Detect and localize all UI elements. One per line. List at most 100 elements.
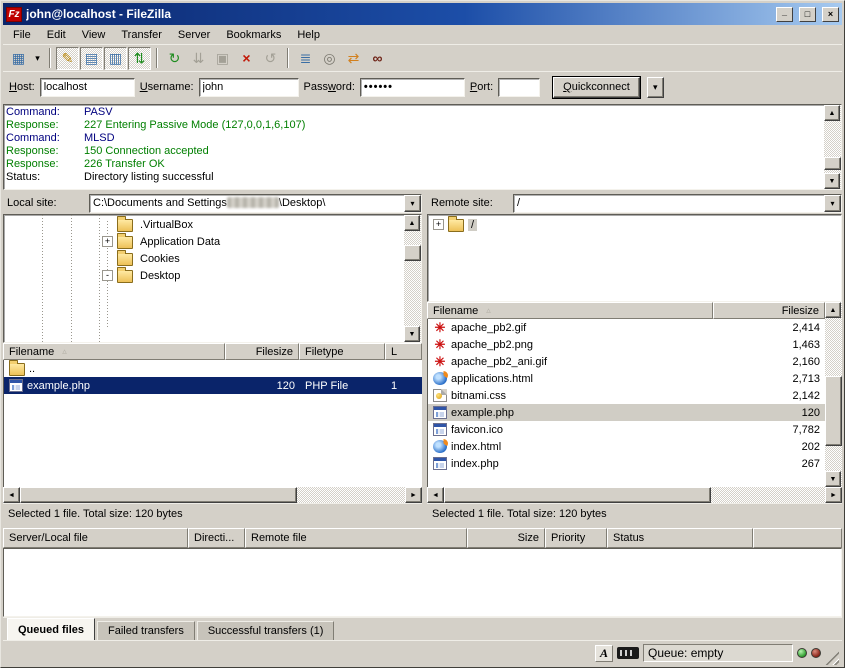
column-remote-file[interactable]: Remote file <box>245 528 467 548</box>
ascii-transfer-type-icon[interactable]: A <box>595 645 613 662</box>
toggle-local-tree-button[interactable]: ▤ <box>80 47 103 70</box>
column-filesize[interactable]: Filesize <box>225 343 299 360</box>
column-filename[interactable]: Filename▵ <box>427 302 713 319</box>
process-queue-button[interactable]: ⇊ <box>187 47 210 70</box>
scroll-up-icon[interactable]: ▲ <box>825 302 841 318</box>
scrollbar-thumb[interactable] <box>444 487 711 503</box>
column-size[interactable]: Size <box>467 528 545 548</box>
scroll-down-icon[interactable]: ▼ <box>824 173 840 189</box>
scroll-down-icon[interactable]: ▼ <box>825 471 841 487</box>
column-direction[interactable]: Directi... <box>188 528 245 548</box>
status-indicator-icon[interactable] <box>617 647 639 659</box>
menu-bookmarks[interactable]: Bookmarks <box>218 27 289 43</box>
tree-item-application-data[interactable]: + Application Data <box>4 233 404 250</box>
expand-plus-icon[interactable]: + <box>102 236 113 247</box>
log-line: Command:PASV <box>6 106 822 119</box>
list-item[interactable]: index.php 267 <box>428 455 825 472</box>
column-filetype[interactable]: Filetype <box>299 343 385 360</box>
log-scrollbar[interactable]: ▲ ▼ <box>824 105 841 189</box>
list-item[interactable]: ✳apache_pb2.png 1,463 <box>428 336 825 353</box>
remote-horizontal-scrollbar[interactable]: ◄ ► <box>427 487 842 503</box>
directory-comparison-button[interactable]: ◎ <box>318 47 341 70</box>
menu-help[interactable]: Help <box>289 27 328 43</box>
toggle-remote-tree-button[interactable]: ▥ <box>104 47 127 70</box>
scroll-left-icon[interactable]: ◄ <box>427 487 444 503</box>
local-directory-tree: .VirtualBox + Application Data Cookies - <box>4 215 404 342</box>
tree-item-virtualbox[interactable]: .VirtualBox <box>4 216 404 233</box>
column-filename[interactable]: Filename▵ <box>3 343 225 360</box>
refresh-button[interactable]: ↻ <box>163 47 186 70</box>
tree-item-root[interactable]: + / <box>428 216 841 233</box>
queue-tabs: Queued files Failed transfers Successful… <box>3 617 842 640</box>
list-item-example-php[interactable]: example.php 120 PHP File 1 <box>4 377 422 394</box>
scroll-left-icon[interactable]: ◄ <box>3 487 20 503</box>
list-item[interactable]: applications.html 2,713 <box>428 370 825 387</box>
host-input[interactable] <box>40 78 135 97</box>
remote-list-scrollbar[interactable]: ▲ ▼ <box>825 302 842 487</box>
list-item[interactable]: ✳apache_pb2_ani.gif 2,160 <box>428 353 825 370</box>
toolbar-separator <box>49 48 51 68</box>
scroll-right-icon[interactable]: ► <box>405 487 422 503</box>
scrollbar-thumb[interactable] <box>824 157 841 170</box>
filter-button[interactable]: ≣ <box>294 47 317 70</box>
scroll-right-icon[interactable]: ► <box>825 487 842 503</box>
minimize-button[interactable]: _ <box>776 7 793 22</box>
cancel-button[interactable]: ▣ <box>211 47 234 70</box>
remote-path-dropdown[interactable]: ▾ <box>824 195 841 212</box>
column-status[interactable]: Status <box>607 528 753 548</box>
disconnect-button[interactable]: × <box>235 47 258 70</box>
expand-plus-icon[interactable]: + <box>433 219 444 230</box>
local-path-dropdown[interactable]: ▾ <box>404 195 421 212</box>
list-item-parent-dir[interactable]: .. <box>4 360 422 377</box>
local-panel: Local site: C:\Documents and Settings\De… <box>3 193 422 523</box>
scrollbar-thumb[interactable] <box>825 376 842 446</box>
password-input[interactable] <box>360 78 465 97</box>
menu-edit[interactable]: Edit <box>39 27 74 43</box>
queue-list[interactable] <box>3 548 842 617</box>
toggle-queue-button[interactable]: ⇅ <box>128 47 151 70</box>
local-tree-scrollbar[interactable]: ▲ ▼ <box>404 215 421 342</box>
tab-successful-transfers[interactable]: Successful transfers (1) <box>197 621 335 640</box>
remote-path-combo[interactable]: / ▾ <box>513 194 842 213</box>
close-button[interactable]: × <box>822 7 839 22</box>
scrollbar-thumb[interactable] <box>20 487 297 503</box>
reconnect-button[interactable]: ↺ <box>259 47 282 70</box>
tab-queued-files[interactable]: Queued files <box>7 618 95 640</box>
scroll-up-icon[interactable]: ▲ <box>824 105 840 121</box>
port-input[interactable] <box>498 78 540 97</box>
collapse-minus-icon[interactable]: - <box>102 270 113 281</box>
scroll-up-icon[interactable]: ▲ <box>404 215 420 231</box>
tab-failed-transfers[interactable]: Failed transfers <box>97 621 195 640</box>
titlebar[interactable]: Fz john@localhost - FileZilla _ □ × <box>3 3 842 25</box>
find-files-button[interactable]: ∞ <box>366 47 389 70</box>
column-filesize[interactable]: Filesize <box>713 302 825 319</box>
resize-grip[interactable] <box>825 651 839 665</box>
scrollbar-thumb[interactable] <box>404 245 421 261</box>
tree-item-cookies[interactable]: Cookies <box>4 250 404 267</box>
list-item-selected[interactable]: example.php 120 <box>428 404 825 421</box>
username-input[interactable] <box>199 78 299 97</box>
list-item[interactable]: index.html 202 <box>428 438 825 455</box>
column-last-modified[interactable]: L <box>385 343 422 360</box>
tree-item-desktop[interactable]: - Desktop <box>4 267 404 284</box>
quickconnect-dropdown[interactable]: ▾ <box>647 77 664 98</box>
local-path-combo[interactable]: C:\Documents and Settings\Desktop\ ▾ <box>89 194 422 213</box>
list-item[interactable]: bitnami.css 2,142 <box>428 387 825 404</box>
local-horizontal-scrollbar[interactable]: ◄ ► <box>3 487 422 503</box>
toggle-log-button[interactable]: ✎ <box>56 47 79 70</box>
column-priority[interactable]: Priority <box>545 528 607 548</box>
menu-file[interactable]: File <box>5 27 39 43</box>
quickconnect-button[interactable]: Quickconnect <box>553 77 640 98</box>
menu-view[interactable]: View <box>74 27 114 43</box>
list-item[interactable]: ✳apache_pb2.gif 2,414 <box>428 319 825 336</box>
synchronized-browsing-button[interactable]: ⇄ <box>342 47 365 70</box>
scroll-down-icon[interactable]: ▼ <box>404 326 420 342</box>
menubar: File Edit View Transfer Server Bookmarks… <box>3 25 842 44</box>
menu-transfer[interactable]: Transfer <box>113 27 170 43</box>
list-item[interactable]: favicon.ico 7,782 <box>428 421 825 438</box>
site-manager-button[interactable]: ▦ <box>7 47 30 70</box>
maximize-button[interactable]: □ <box>799 7 816 22</box>
site-manager-dropdown[interactable]: ▾ <box>31 47 44 70</box>
menu-server[interactable]: Server <box>170 27 218 43</box>
column-server-local-file[interactable]: Server/Local file <box>3 528 188 548</box>
